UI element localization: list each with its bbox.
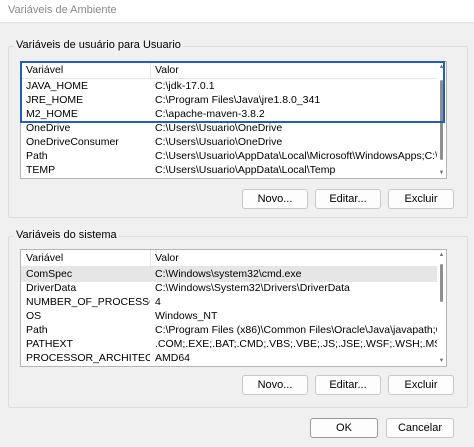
user-delete-button[interactable]: Excluir [388,189,454,209]
variable-name: Path [26,324,48,336]
list-item[interactable]: Path C:\Users\Usuario\AppData\Local\Micro… [21,149,446,164]
column-separator[interactable] [150,62,151,78]
system-edit-button[interactable]: Editar... [315,375,381,395]
window-title: Variáveis de Ambiente [8,4,117,16]
system-vars-list-header: Variável Valor [21,250,446,267]
variable-name: OS [26,310,42,322]
variable-name: OneDrive [26,122,71,134]
variable-value: C:\Users\Usuario\AppData\Local\Temp [155,164,336,176]
list-item[interactable]: OneDriveConsumer C:\Users\Usuario\OneDriv… [21,135,446,150]
variable-value: C:\apache-maven-3.8.2 [155,108,265,120]
variable-value: AMD64 [155,352,191,364]
scroll-up-icon[interactable]: ▲ [437,251,446,259]
list-item[interactable]: OneDrive C:\Users\Usuario\OneDrive [21,121,446,136]
variable-name: M2_HOME [26,108,78,120]
user-edit-button[interactable]: Editar... [315,189,381,209]
variable-value: C:\Windows\system32\cmd.exe [155,268,302,280]
variable-value: C:\Users\Usuario\OneDrive [155,136,283,148]
variable-name: ComSpec [26,268,73,280]
user-vars-group-label: Variáveis de usuário para Usuario [14,39,183,51]
variable-value: C:\Users\Usuario\AppData\Local\Microsoft… [155,150,439,162]
variable-name: PROCESSOR_ARCHITECTURE [26,352,150,364]
column-header-value[interactable]: Valor [155,252,179,264]
list-item[interactable]: JRE_HOME C:\Program Files\Java\jre1.8.0_3… [21,93,446,108]
user-new-button[interactable]: Novo... [242,189,308,209]
user-vars-list[interactable]: Variável Valor JAVA_HOME C:\jdk-17.0.1 JRE… [20,61,447,179]
list-item[interactable]: ComSpec C:\Windows\system32\cmd.exe [21,267,446,282]
column-header-variable[interactable]: Variável [26,252,63,264]
list-item[interactable]: PROCESSOR_ARCHITECTURE AMD64 [21,351,446,366]
variable-name: JAVA_HOME [26,80,89,92]
user-vars-scrollbar[interactable]: ▲ ▼ [437,62,446,178]
column-separator[interactable] [150,250,151,266]
list-item[interactable]: NUMBER_OF_PROCESSORS 4 [21,295,446,310]
title-bar: Variáveis de Ambiente [0,0,474,23]
variable-value: C:\Users\Usuario\OneDrive [155,122,283,134]
variable-name: OneDriveConsumer [26,136,119,148]
list-item[interactable]: TEMP C:\Users\Usuario\AppData\Local\Temp [21,163,446,178]
system-vars-group-label: Variáveis do sistema [14,229,119,241]
variable-name: JRE_HOME [26,94,84,106]
variable-name: Path [26,150,48,162]
variable-value: Windows_NT [155,310,218,322]
column-header-value[interactable]: Valor [155,64,179,76]
variable-value: C:\jdk-17.0.1 [155,80,215,92]
user-vars-list-header: Variável Valor [21,62,446,79]
variable-name: PATHEXT [26,338,73,350]
variable-name: NUMBER_OF_PROCESSORS [26,296,150,308]
scroll-down-icon[interactable]: ▼ [437,357,446,365]
variable-value: C:\Program Files\Java\jre1.8.0_341 [155,94,321,106]
scrollbar-thumb[interactable] [440,80,443,160]
system-delete-button[interactable]: Excluir [388,375,454,395]
scroll-up-icon[interactable]: ▲ [437,63,446,71]
list-item[interactable]: DriverData C:\Windows\System32\Drivers\Dr… [21,281,446,296]
system-vars-scrollbar[interactable]: ▲ ▼ [437,250,446,366]
variable-value: .COM;.EXE;.BAT;.CMD;.VBS;.VBE;.JS;.JSE;.… [155,338,439,350]
variable-name: DriverData [26,282,77,294]
column-header-variable[interactable]: Variável [26,64,63,76]
list-item[interactable]: JAVA_HOME C:\jdk-17.0.1 [21,79,446,94]
variable-value: 4 [155,296,161,308]
list-item[interactable]: M2_HOME C:\apache-maven-3.8.2 [21,107,446,122]
system-vars-list[interactable]: Variável Valor ComSpec C:\Windows\system3… [20,249,447,367]
cancel-button[interactable]: Cancelar [386,418,454,438]
list-item[interactable]: Path C:\Program Files (x86)\Common Files\… [21,323,446,338]
variable-value: C:\Program Files (x86)\Common Files\Orac… [155,324,439,336]
variable-value: C:\Windows\System32\Drivers\DriverData [155,282,350,294]
variable-name: TEMP [26,164,56,176]
scrollbar-thumb[interactable] [440,264,443,302]
list-item[interactable]: OS Windows_NT [21,309,446,324]
list-item[interactable]: PATHEXT .COM;.EXE;.BAT;.CMD;.VBS;.VBE;.JS… [21,337,446,352]
scroll-down-icon[interactable]: ▼ [437,169,446,177]
ok-button[interactable]: OK [310,418,378,438]
system-new-button[interactable]: Novo... [242,375,308,395]
